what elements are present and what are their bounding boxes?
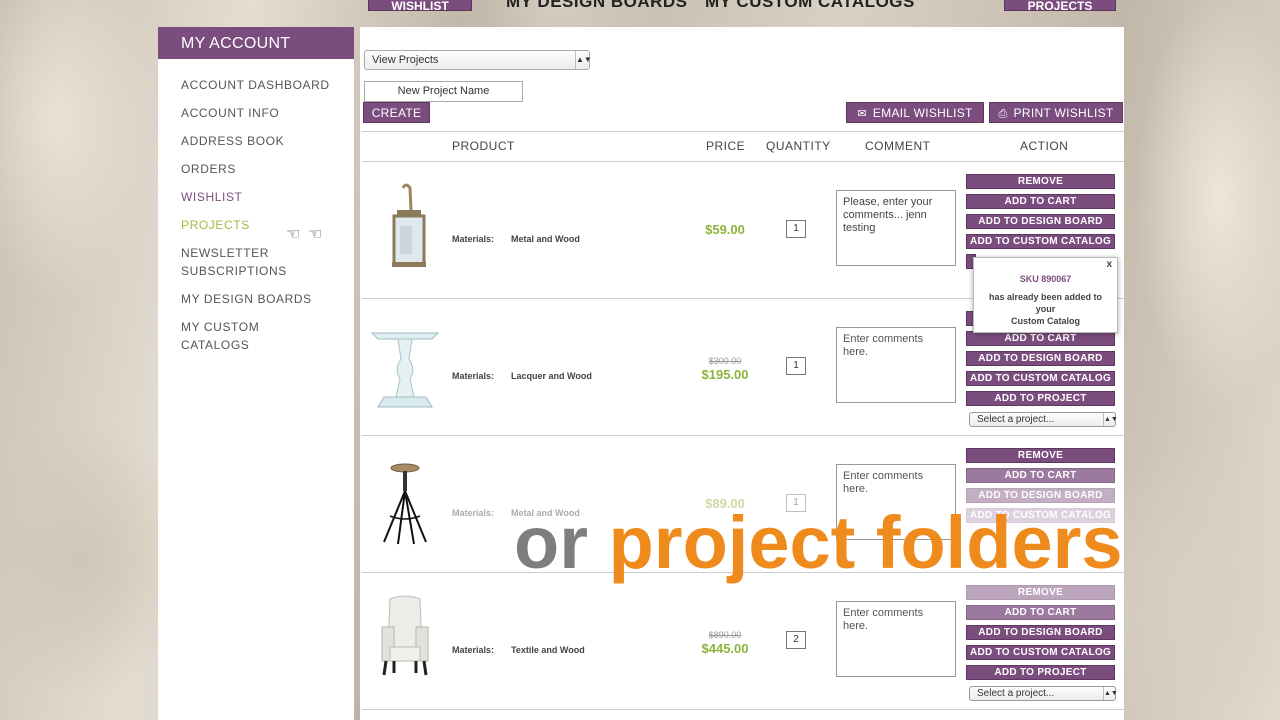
print-wishlist-label: PRINT WISHLIST	[1013, 106, 1114, 120]
caption-project-folders: project folders	[608, 501, 1123, 584]
remove-button[interactable]: REMOVE	[966, 448, 1115, 463]
add-to-cart-button[interactable]: ADD TO CART	[966, 468, 1115, 483]
catalog-notification-popup: x SKU 890067 has already been added to y…	[973, 257, 1118, 333]
caption-word-or: or	[514, 501, 588, 584]
sidebar-item-wishlist[interactable]: WISHLIST	[181, 188, 331, 206]
hand-cursor-icon: ☜	[308, 224, 323, 243]
materials-text: Materials: Lacquer and Wood	[452, 371, 592, 381]
price-cell: $300.00 $195.00	[680, 356, 770, 383]
caption-overlay: or project folders	[514, 498, 1123, 588]
email-wishlist-button[interactable]: ✉ EMAIL WISHLIST	[846, 102, 984, 123]
materials-text: Materials: Textile and Wood	[452, 645, 585, 655]
materials-text: Materials: Metal and Wood	[452, 234, 580, 244]
header-quantity: QUANTITY	[766, 139, 831, 153]
comment-textarea[interactable]: Enter comments here.	[836, 601, 956, 677]
add-to-design-board-button[interactable]: ADD TO DESIGN BOARD	[966, 214, 1115, 229]
add-to-cart-button[interactable]: ADD TO CART	[966, 194, 1115, 209]
header-action: ACTION	[1020, 139, 1069, 153]
quantity-input[interactable]: 1	[786, 220, 806, 238]
add-to-custom-catalog-button[interactable]: ADD TO CUSTOM CATALOG	[966, 234, 1115, 249]
top-link-custom-catalogs[interactable]: MY CUSTOM CATALOGS	[705, 0, 915, 12]
create-button[interactable]: CREATE	[363, 102, 430, 123]
add-to-design-board-button[interactable]: ADD TO DESIGN BOARD	[966, 351, 1115, 366]
sidebar-title: MY ACCOUNT	[158, 27, 354, 59]
account-sidebar: MY ACCOUNT ACCOUNT DASHBOARD ACCOUNT INF…	[158, 27, 354, 720]
stool-product-image[interactable]	[370, 456, 440, 546]
add-to-project-button[interactable]: ADD TO PROJECT	[966, 391, 1115, 406]
project-select-value: Select a project...	[977, 414, 1055, 425]
sidebar-item-account-dashboard[interactable]: ACCOUNT DASHBOARD	[181, 76, 331, 94]
sidebar-item-newsletter-subscriptions[interactable]: NEWSLETTER SUBSCRIPTIONS	[181, 244, 331, 280]
close-icon[interactable]: x	[1106, 259, 1112, 270]
project-select[interactable]: Select a project... ▲▼	[969, 412, 1118, 427]
wishlist-panel: View Projects ▲▼ New Project Name CREATE…	[360, 27, 1124, 720]
select-arrows-icon: ▲▼	[1103, 413, 1118, 426]
price-cell: $890.00 $445.00	[680, 630, 770, 657]
top-link-design-boards[interactable]: MY DESIGN BOARDS	[506, 0, 688, 12]
add-to-project-button[interactable]: ADD TO PROJECT	[966, 665, 1115, 680]
add-to-design-board-button[interactable]: ADD TO DESIGN BOARD	[966, 625, 1115, 640]
price: $59.00	[705, 222, 745, 237]
sidebar-item-account-info[interactable]: ACCOUNT INFO	[181, 104, 331, 122]
table-row: Materials: Textile and Wood $890.00 $445.…	[360, 573, 1124, 709]
popup-message: has already been added to your Custom Ca…	[988, 292, 1103, 326]
sale-price: $445.00	[701, 641, 749, 656]
print-wishlist-button[interactable]: ⎙ PRINT WISHLIST	[989, 102, 1123, 123]
original-price: $300.00	[708, 356, 742, 366]
sidebar-item-my-custom-catalogs[interactable]: MY CUSTOM CATALOGS	[181, 318, 331, 354]
new-project-name-input[interactable]: New Project Name	[364, 81, 523, 102]
sidebar-item-orders[interactable]: ORDERS	[181, 160, 331, 178]
header-comment: COMMENT	[865, 139, 931, 153]
original-price: $890.00	[708, 630, 742, 640]
add-to-custom-catalog-button[interactable]: ADD TO CUSTOM CATALOG	[966, 645, 1115, 660]
header-price: PRICE	[706, 139, 746, 153]
add-to-cart-button[interactable]: ADD TO CART	[966, 331, 1115, 346]
quantity-input[interactable]: 2	[786, 631, 806, 649]
lantern-product-image[interactable]	[370, 182, 440, 272]
comment-textarea[interactable]: Please, enter your comments... jenn test…	[836, 190, 956, 266]
remove-button[interactable]: REMOVE	[966, 174, 1115, 189]
sale-price: $195.00	[701, 367, 749, 382]
sidebar-item-address-book[interactable]: ADDRESS BOOK	[181, 132, 331, 150]
header-product: PRODUCT	[452, 139, 515, 153]
add-to-custom-catalog-button[interactable]: ADD TO CUSTOM CATALOG	[966, 371, 1115, 386]
sidebar-item-my-design-boards[interactable]: MY DESIGN BOARDS	[181, 290, 331, 308]
printer-icon: ⎙	[998, 108, 1008, 120]
select-arrows-icon: ▲▼	[1103, 687, 1118, 700]
view-projects-select-value: View Projects	[372, 54, 439, 66]
quantity-input[interactable]: 1	[786, 357, 806, 375]
divider	[362, 709, 1124, 710]
top-nav: WISHLIST MY DESIGN BOARDS MY CUSTOM CATA…	[360, 0, 1120, 13]
view-projects-select[interactable]: View Projects ▲▼	[364, 50, 592, 70]
comment-textarea[interactable]: Enter comments here.	[836, 327, 956, 403]
pedestal-table-product-image[interactable]	[370, 319, 440, 409]
armchair-product-image[interactable]	[370, 593, 440, 683]
project-select[interactable]: Select a project... ▲▼	[969, 686, 1118, 701]
popup-sku: SKU 890067	[1019, 274, 1072, 284]
add-to-cart-button[interactable]: ADD TO CART	[966, 605, 1115, 620]
select-arrows-icon: ▲▼	[575, 51, 592, 69]
email-wishlist-label: EMAIL WISHLIST	[872, 106, 973, 120]
divider	[362, 131, 1124, 132]
project-select-value: Select a project...	[977, 688, 1055, 699]
top-tab-projects[interactable]: PROJECTS	[1004, 0, 1116, 13]
envelope-icon: ✉	[857, 108, 867, 120]
top-tab-wishlist[interactable]: WISHLIST	[368, 0, 472, 13]
price-cell: $59.00	[680, 222, 770, 238]
hand-cursor-icon: ☜	[286, 224, 301, 243]
